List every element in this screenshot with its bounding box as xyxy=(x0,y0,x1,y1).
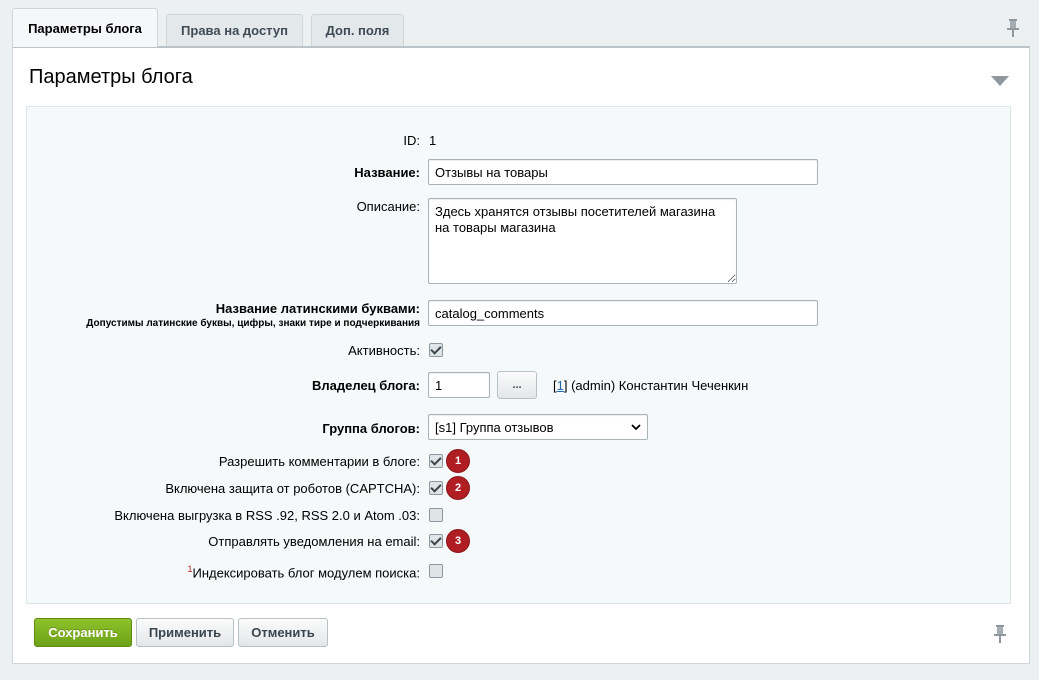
active-checkbox[interactable] xyxy=(429,343,443,357)
description-textarea[interactable]: Здесь хранятся отзывы посетителей магази… xyxy=(428,198,737,284)
rss-label: Включена выгрузка в RSS .92, RSS 2.0 и A… xyxy=(114,508,420,523)
active-label: Активность: xyxy=(348,343,420,358)
form-area: ID: 1 Название: Описание: Здесь хранятся… xyxy=(26,106,1011,604)
step-badge-2: 2 xyxy=(447,477,469,499)
captcha-checkbox[interactable] xyxy=(429,481,443,495)
name-input[interactable] xyxy=(428,159,818,185)
step-badge-3: 3 xyxy=(447,530,469,552)
step-badge-1: 1 xyxy=(447,450,469,472)
tab-extra-fields[interactable]: Доп. поля xyxy=(311,14,404,46)
email-label: Отправлять уведомления на email: xyxy=(208,534,420,549)
rss-checkbox[interactable] xyxy=(429,508,443,522)
owner-text: (admin) Константин Чеченкин xyxy=(571,378,749,393)
tab-label: Параметры блога xyxy=(28,20,142,36)
description-label: Описание: xyxy=(356,199,420,214)
owner-info: [1] (admin) Константин Чеченкин xyxy=(553,378,749,393)
owner-link[interactable]: 1 xyxy=(557,378,564,393)
chevron-down-icon xyxy=(631,423,641,430)
comments-label: Разрешить комментарии в блоге: xyxy=(218,454,420,469)
captcha-label: Включена защита от роботов (CAPTCHA): xyxy=(165,481,420,496)
group-select-value: [s1] Группа отзывов xyxy=(435,419,554,435)
latin-name-label: Название латинскими буквами: xyxy=(215,301,420,316)
save-button[interactable]: Сохранить xyxy=(34,618,132,647)
owner-label: Владелец блога: xyxy=(312,378,420,393)
cancel-button[interactable]: Отменить xyxy=(238,618,328,647)
tab-label: Доп. поля xyxy=(325,23,390,38)
comments-checkbox[interactable] xyxy=(429,454,443,468)
id-label: ID: xyxy=(403,133,420,148)
owner-input[interactable] xyxy=(428,372,490,398)
group-label: Группа блогов: xyxy=(322,421,420,436)
pin-icon[interactable] xyxy=(1006,19,1020,37)
latin-name-input[interactable] xyxy=(428,300,818,326)
index-label: 1Индексировать блог модулем поиска: xyxy=(187,564,420,580)
pin-icon[interactable] xyxy=(993,625,1007,643)
chevron-down-icon[interactable] xyxy=(991,76,1009,86)
index-label-text: Индексировать блог модулем поиска: xyxy=(192,565,420,581)
latin-name-hint: Допустимы латинские буквы, цифры, знаки … xyxy=(86,318,420,329)
id-value: 1 xyxy=(429,133,437,148)
panel-title: Параметры блога xyxy=(29,66,193,88)
apply-button[interactable]: Применить xyxy=(136,618,234,647)
group-select[interactable]: [s1] Группа отзывов xyxy=(428,414,648,440)
name-label: Название: xyxy=(354,165,420,180)
tab-label: Права на доступ xyxy=(181,23,288,38)
email-checkbox[interactable] xyxy=(429,534,443,548)
blog-params-panel: Параметры блога ID: 1 Название: Описание… xyxy=(12,46,1030,664)
index-checkbox[interactable] xyxy=(429,564,443,578)
tab-access-rights[interactable]: Права на доступ xyxy=(166,14,303,46)
tab-blog-params[interactable]: Параметры блога xyxy=(12,8,158,47)
owner-browse-button[interactable]: ... xyxy=(497,371,537,399)
